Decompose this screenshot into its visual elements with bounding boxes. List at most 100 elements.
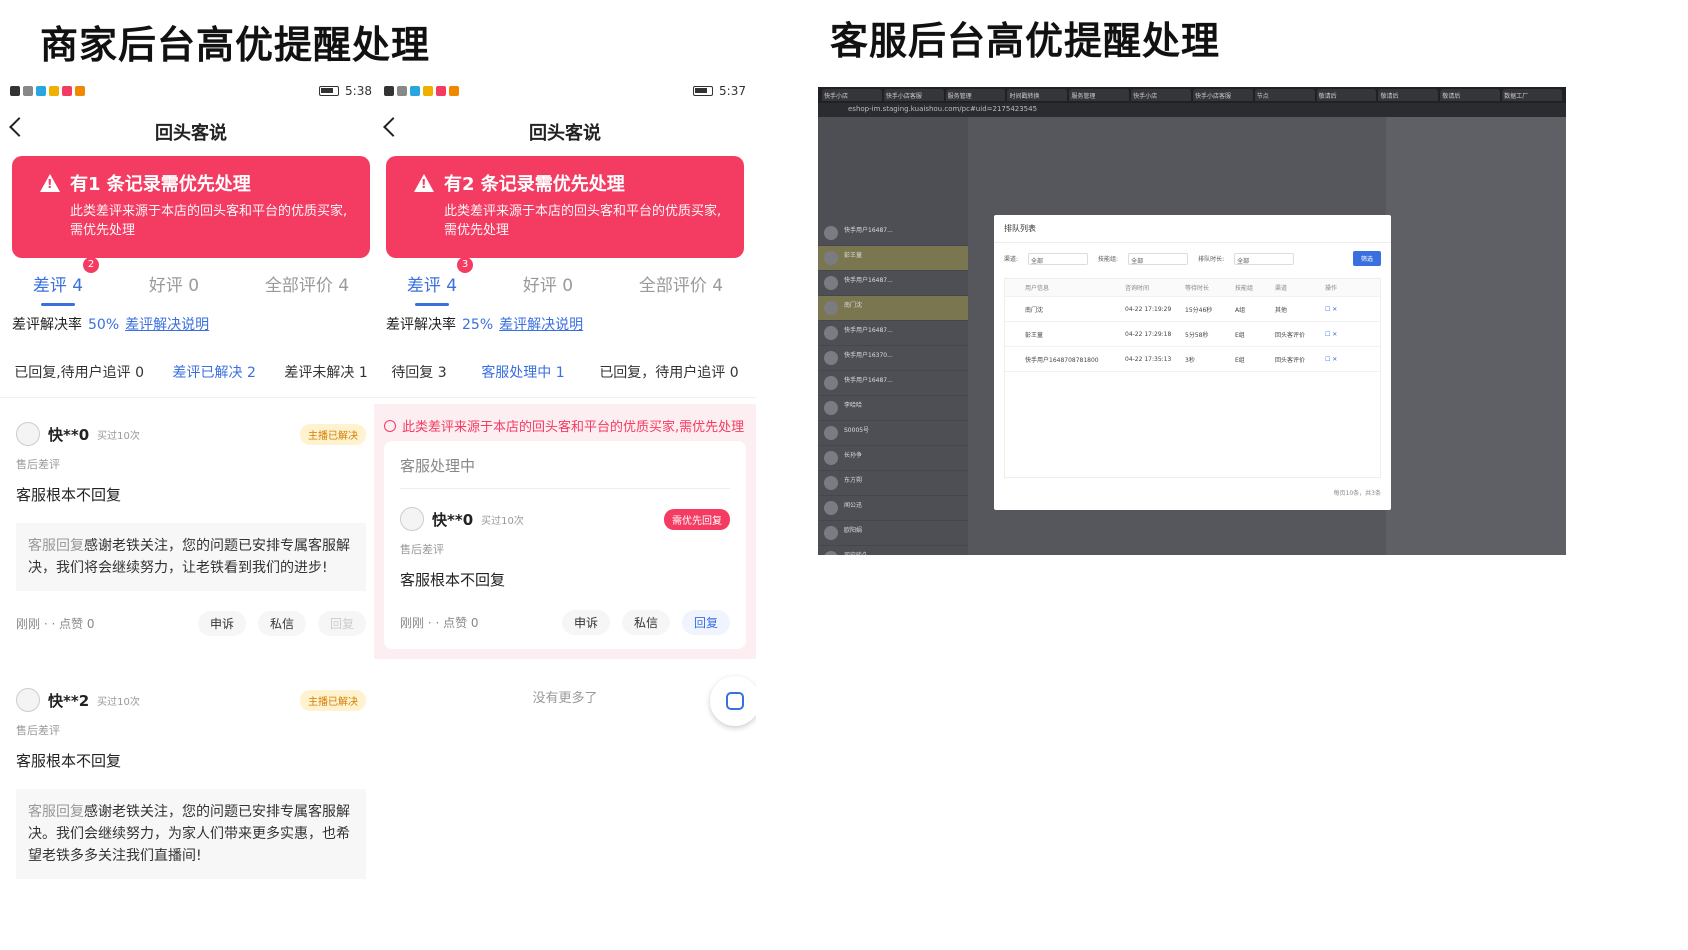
session-item[interactable]: 快手用户16487... xyxy=(818,321,968,346)
modal-footer: 每页10条，共3条 xyxy=(994,482,1391,503)
appeal-button[interactable]: 申诉 xyxy=(197,611,246,636)
table-row[interactable]: 快手用户1648708781800 04-22 17:35:13 3秒 E组 回… xyxy=(1005,347,1380,372)
address-bar[interactable]: eshop-im.staging.kuaishou.com/pc#uid=217… xyxy=(818,103,1566,117)
back-icon[interactable] xyxy=(383,117,403,137)
browser-tab[interactable]: 快手小店客服 xyxy=(1192,89,1253,101)
filter-label: 排队时长: xyxy=(1198,256,1225,263)
cell: A组 xyxy=(1235,306,1246,314)
alert-icon xyxy=(384,419,396,432)
review-meta: 售后差评 xyxy=(16,458,60,471)
session-item[interactable]: 东方朔 xyxy=(818,471,968,496)
session-item[interactable]: 李哈哈 xyxy=(818,396,968,421)
review-meta: 售后差评 xyxy=(16,724,60,737)
message-button[interactable]: 私信 xyxy=(257,611,306,636)
session-item[interactable]: S0005号 xyxy=(818,421,968,446)
browser-tab[interactable]: 敬请后 xyxy=(1316,89,1377,101)
browser-tab[interactable]: 敬请后 xyxy=(1378,89,1439,101)
subtab-pending[interactable]: 待回复 3 xyxy=(391,362,446,382)
scan-float-button[interactable] xyxy=(710,676,756,726)
review-card: 快**0 买过10次 主播已解决 售后差评 客服根本不回复 客服回复感谢老铁关注… xyxy=(16,408,366,650)
review-meta: 售后差评 xyxy=(400,543,444,556)
row-actions[interactable]: ☐ ✕ xyxy=(1325,331,1355,338)
session-item[interactable]: 快手用户16370... xyxy=(818,346,968,371)
browser-tab[interactable]: 快手小店客服 xyxy=(883,89,944,101)
filter-label: 技能组: xyxy=(1098,256,1119,263)
session-item[interactable]: 长孙争 xyxy=(818,446,968,471)
column-header: 操作 xyxy=(1325,285,1338,292)
rate-help-link[interactable]: 差评解决说明 xyxy=(499,317,583,333)
status-subtabs: 待回复 3 客服处理中 1 已回复，待用户追评 0 xyxy=(374,346,756,398)
no-more-text: 没有更多了 xyxy=(532,691,598,706)
filter-button[interactable]: 筛选 xyxy=(1352,251,1381,266)
browser-tab[interactable]: 快手小店 xyxy=(822,89,882,101)
page-title: 回头客说 xyxy=(155,123,227,144)
page-title: 回头客说 xyxy=(529,123,601,144)
status-subtabs: 已回复,待用户追评 0 差评已解决 2 差评未解决 1 xyxy=(0,346,382,398)
browser-tabs: 快手小店 快手小店客服 服务管理 时间戳转换 服务管理 快手小店 快手小店客服 … xyxy=(818,87,1566,103)
browser-tab[interactable]: 服务管理 xyxy=(1069,89,1130,101)
browser-tab[interactable]: 敬请后 xyxy=(1440,89,1501,101)
review-content: 客服根本不回复 xyxy=(400,571,506,589)
tab-negative[interactable]: 差评 4 3 xyxy=(407,256,474,306)
browser-tab[interactable]: 服务管理 xyxy=(945,89,1006,101)
session-item[interactable]: 欧阳娟 xyxy=(818,521,968,546)
review-content: 客服根本不回复 xyxy=(16,752,122,770)
row-actions[interactable]: ☐ ✕ xyxy=(1325,306,1355,313)
resolved-badge: 主播已解决 xyxy=(300,423,366,445)
subtab-processing[interactable]: 客服处理中 1 xyxy=(481,362,564,382)
warning-icon xyxy=(414,174,434,192)
session-item[interactable]: 司空骏久 xyxy=(818,546,968,555)
subtab-unresolved[interactable]: 差评未解决 1 xyxy=(284,362,367,382)
username: 快**0 xyxy=(432,510,474,529)
message-button[interactable]: 私信 xyxy=(621,610,670,635)
warning-icon xyxy=(40,174,60,192)
subtab-resolved[interactable]: 差评已解决 2 xyxy=(173,362,256,382)
tab-positive[interactable]: 好评 0 xyxy=(149,271,199,296)
session-item[interactable]: 闻公迅 xyxy=(818,496,968,521)
tab-positive[interactable]: 好评 0 xyxy=(523,271,573,296)
session-item[interactable]: 南门沈 xyxy=(818,296,968,321)
table-row[interactable]: 彭王童 04-22 17:29:18 5分58秒 E组 回头客评价 ☐ ✕ xyxy=(1005,322,1380,347)
browser-tab[interactable]: 数据工厂 xyxy=(1502,89,1562,101)
rate-help-link[interactable]: 差评解决说明 xyxy=(125,317,209,333)
review-tabs: 差评 4 3 好评 0 全部评价 4 xyxy=(374,256,756,308)
cell: 回头客评价 xyxy=(1275,331,1306,339)
session-item[interactable]: 快手用户16487... xyxy=(818,371,968,396)
session-item[interactable]: 彭王童 xyxy=(818,246,968,271)
appeal-button[interactable]: 申诉 xyxy=(561,610,610,635)
cs-reply: 客服回复感谢老铁关注，您的问题已安排专属客服解决，我们将会继续努力，让老铁看到我… xyxy=(16,523,366,591)
session-item[interactable]: 快手用户16487... xyxy=(818,271,968,296)
tab-all[interactable]: 全部评价 4 xyxy=(639,271,723,296)
subtab-awaiting[interactable]: 已回复,待用户追评 0 xyxy=(14,362,144,382)
processing-title: 客服处理中 xyxy=(400,455,730,489)
cell: 彭王童 xyxy=(1025,331,1044,339)
session-item[interactable]: 快手用户16487... xyxy=(818,221,968,246)
duration-select[interactable]: 全部 xyxy=(1234,252,1295,265)
count-badge: 2 xyxy=(83,256,100,273)
browser-tab[interactable]: 快手小店 xyxy=(1131,89,1191,101)
review-card: 客服处理中 快**0 买过10次 需优先回复 售后差评 客服根本不回复 刚刚 ·… xyxy=(384,441,746,649)
table-row[interactable]: 南门沈 04-22 17:19:29 15分46秒 A组 其他 ☐ ✕ xyxy=(1005,297,1380,322)
browser-tab[interactable]: 节点 xyxy=(1254,89,1315,101)
back-icon[interactable] xyxy=(9,117,29,137)
rate-value: 50% xyxy=(88,317,120,333)
cell: 其他 xyxy=(1275,306,1288,314)
reply-button[interactable]: 回复 xyxy=(317,611,366,636)
rate-label: 差评解决率 xyxy=(386,317,456,333)
clock: 5:38 xyxy=(345,84,372,98)
cell: 快手用户1648708781800 xyxy=(1025,356,1099,364)
buy-count: 买过10次 xyxy=(97,430,140,442)
username: 快**2 xyxy=(48,691,90,710)
reply-button[interactable]: 回复 xyxy=(681,610,730,635)
skill-select[interactable]: 全部 xyxy=(1128,252,1189,265)
row-actions[interactable]: ☐ ✕ xyxy=(1325,356,1355,363)
channel-select[interactable]: 全部 xyxy=(1028,252,1089,265)
filter-label: 渠道: xyxy=(1004,256,1019,263)
browser-tab[interactable]: 时间戳转换 xyxy=(1007,89,1068,101)
tab-negative[interactable]: 差评 4 2 xyxy=(33,256,100,306)
cell: 回头客评价 xyxy=(1275,356,1306,364)
banner-desc: 此类差评来源于本店的回头客和平台的优质买家,需优先处理 xyxy=(444,204,722,238)
tab-all[interactable]: 全部评价 4 xyxy=(265,271,349,296)
battery-icon xyxy=(319,86,340,96)
subtab-awaiting[interactable]: 已回复，待用户追评 0 xyxy=(599,362,738,382)
